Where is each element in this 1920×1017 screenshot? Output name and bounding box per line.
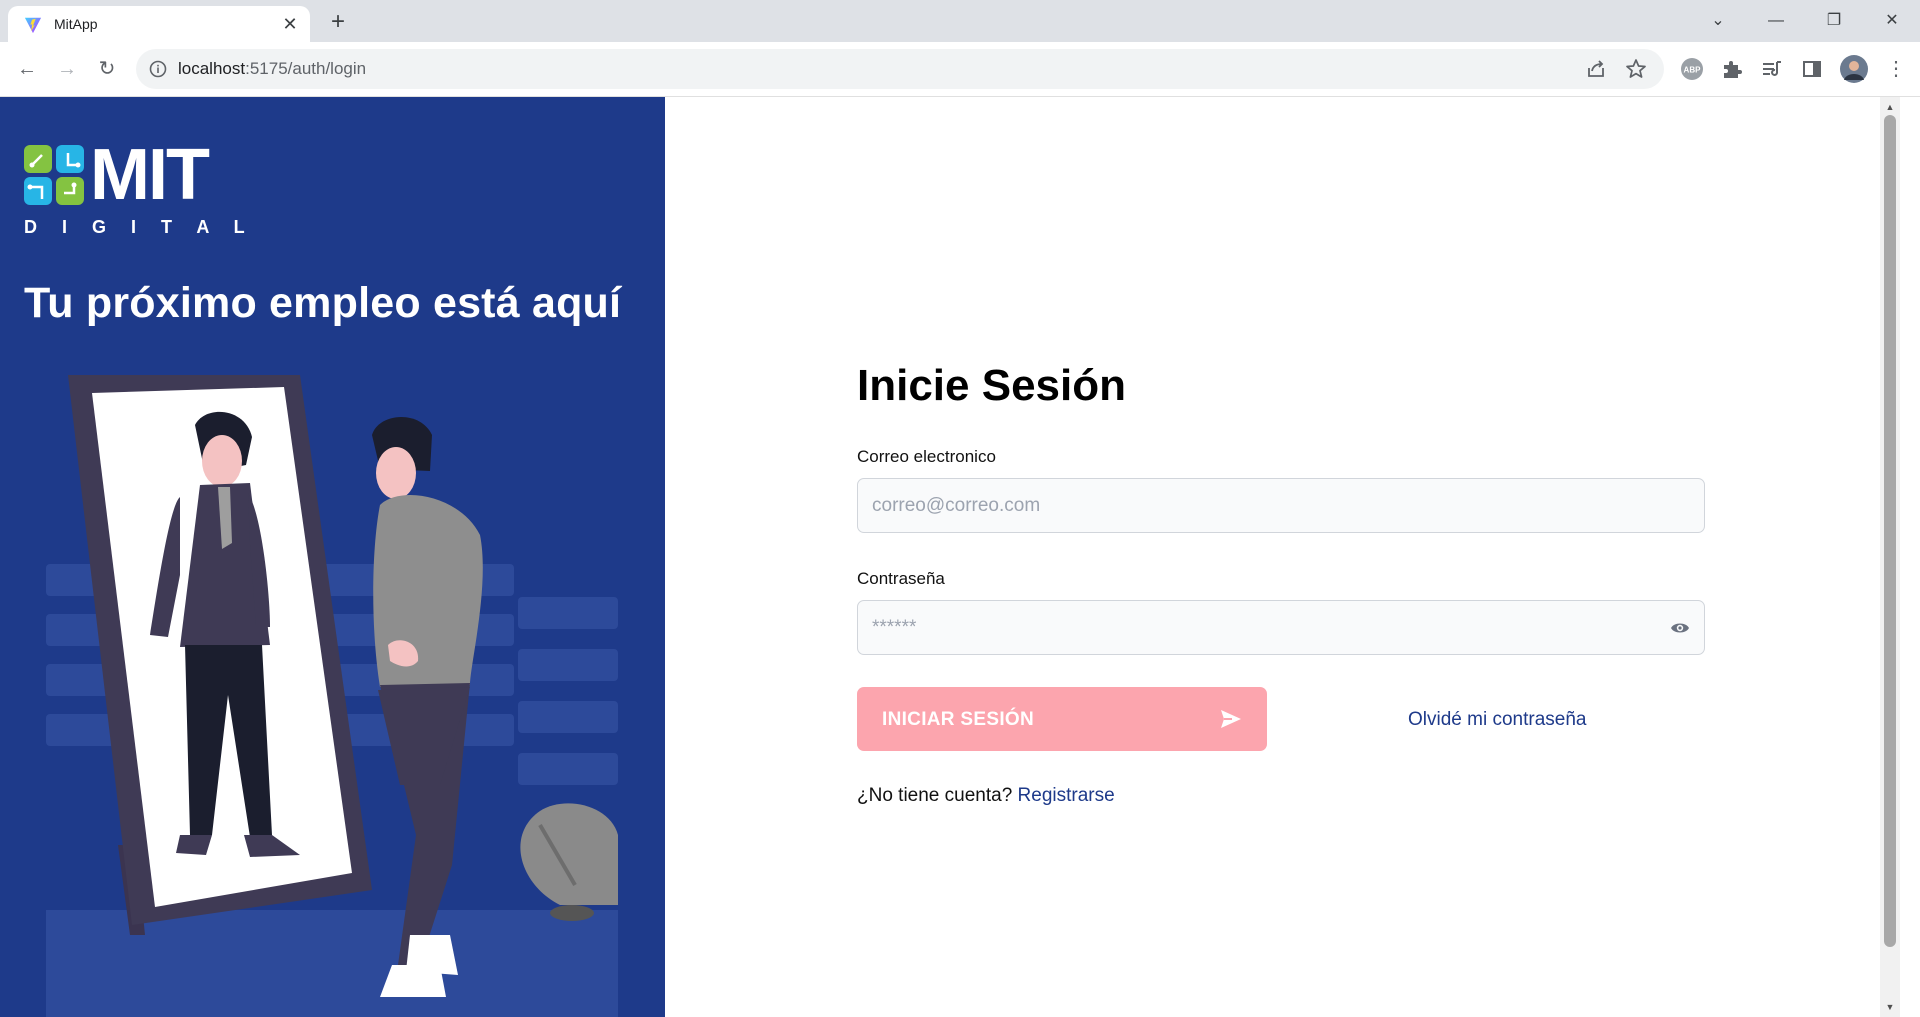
browser-tab-active[interactable]: MitApp ✕ bbox=[8, 6, 310, 42]
show-password-eye-icon[interactable] bbox=[1670, 619, 1690, 637]
site-info-icon[interactable] bbox=[148, 59, 168, 79]
url-host: localhost bbox=[178, 59, 246, 78]
mirror-illustration bbox=[46, 375, 618, 1017]
password-field[interactable] bbox=[857, 600, 1705, 655]
extensions-puzzle-icon[interactable] bbox=[1720, 57, 1744, 81]
scroll-down-icon[interactable]: ▼ bbox=[1880, 999, 1900, 1015]
forward-icon[interactable]: → bbox=[51, 53, 83, 85]
media-queue-icon[interactable] bbox=[1760, 57, 1784, 81]
hero-title: Tu próximo empleo está aquí bbox=[24, 279, 622, 327]
logo-text: MIT bbox=[90, 135, 210, 215]
new-tab-icon[interactable]: + bbox=[324, 8, 352, 36]
login-submit-button[interactable]: INICIAR SESIÓN bbox=[857, 687, 1267, 751]
browser-tabstrip: MitApp ✕ + ⌄ — ❐ ✕ bbox=[0, 0, 1920, 42]
mit-digital-logo: MIT D I G I T A L bbox=[24, 139, 274, 240]
hero-panel: MIT D I G I T A L Tu próximo empleo está… bbox=[0, 97, 665, 1017]
register-link[interactable]: Registrarse bbox=[1018, 785, 1115, 806]
scrollbar-thumb[interactable] bbox=[1884, 115, 1896, 947]
page-scrollbar[interactable]: ▲ ▼ bbox=[1880, 97, 1900, 1017]
browser-menu-icon[interactable]: ⋮ bbox=[1880, 53, 1912, 85]
email-field[interactable] bbox=[857, 478, 1705, 533]
login-title: Inicie Sesión bbox=[857, 361, 1126, 410]
login-panel: ▲ ▼ bbox=[665, 97, 1900, 1017]
page-viewport: MIT D I G I T A L Tu próximo empleo está… bbox=[0, 97, 1920, 1017]
vite-logo-icon bbox=[24, 17, 42, 34]
no-account-text: ¿No tiene cuenta? bbox=[857, 785, 1013, 806]
email-input[interactable] bbox=[872, 479, 1652, 532]
submit-label: INICIAR SESIÓN bbox=[882, 709, 1034, 730]
tab-title: MitApp bbox=[54, 16, 98, 32]
url-path: :5175/auth/login bbox=[245, 59, 367, 78]
reload-icon[interactable]: ↻ bbox=[91, 53, 123, 85]
back-icon[interactable]: ← bbox=[11, 53, 43, 85]
password-label: Contraseña bbox=[857, 569, 945, 588]
email-label: Correo electronico bbox=[857, 447, 996, 466]
side-panel-icon[interactable] bbox=[1800, 57, 1824, 81]
scroll-up-icon[interactable]: ▲ bbox=[1880, 99, 1900, 115]
forgot-password-link[interactable]: Olvidé mi contraseña bbox=[1408, 709, 1586, 731]
minimize-icon[interactable]: — bbox=[1754, 6, 1798, 36]
adblock-extension-icon[interactable]: ABP bbox=[1680, 57, 1704, 81]
signup-prompt: ¿No tiene cuenta? Registrarse bbox=[857, 785, 1115, 807]
share-icon[interactable] bbox=[1584, 57, 1608, 81]
logo-subtext: D I G I T A L bbox=[24, 217, 255, 237]
password-input[interactable] bbox=[872, 601, 1652, 654]
adblock-badge-text: ABP bbox=[1684, 66, 1702, 75]
profile-avatar[interactable] bbox=[1840, 55, 1868, 83]
tab-close-icon[interactable]: ✕ bbox=[278, 12, 302, 36]
close-window-icon[interactable]: ✕ bbox=[1870, 6, 1914, 36]
address-bar[interactable]: localhost:5175/auth/login bbox=[136, 49, 1664, 89]
send-arrow-icon bbox=[1221, 710, 1241, 728]
browser-toolbar: ← → ↻ localhost:5175/auth/login ABP ⋮ bbox=[0, 42, 1920, 97]
restore-icon[interactable]: ❐ bbox=[1812, 6, 1856, 36]
tab-search-icon[interactable]: ⌄ bbox=[1696, 6, 1740, 36]
bookmark-star-icon[interactable] bbox=[1624, 57, 1648, 81]
url-text[interactable]: localhost:5175/auth/login bbox=[178, 59, 366, 79]
